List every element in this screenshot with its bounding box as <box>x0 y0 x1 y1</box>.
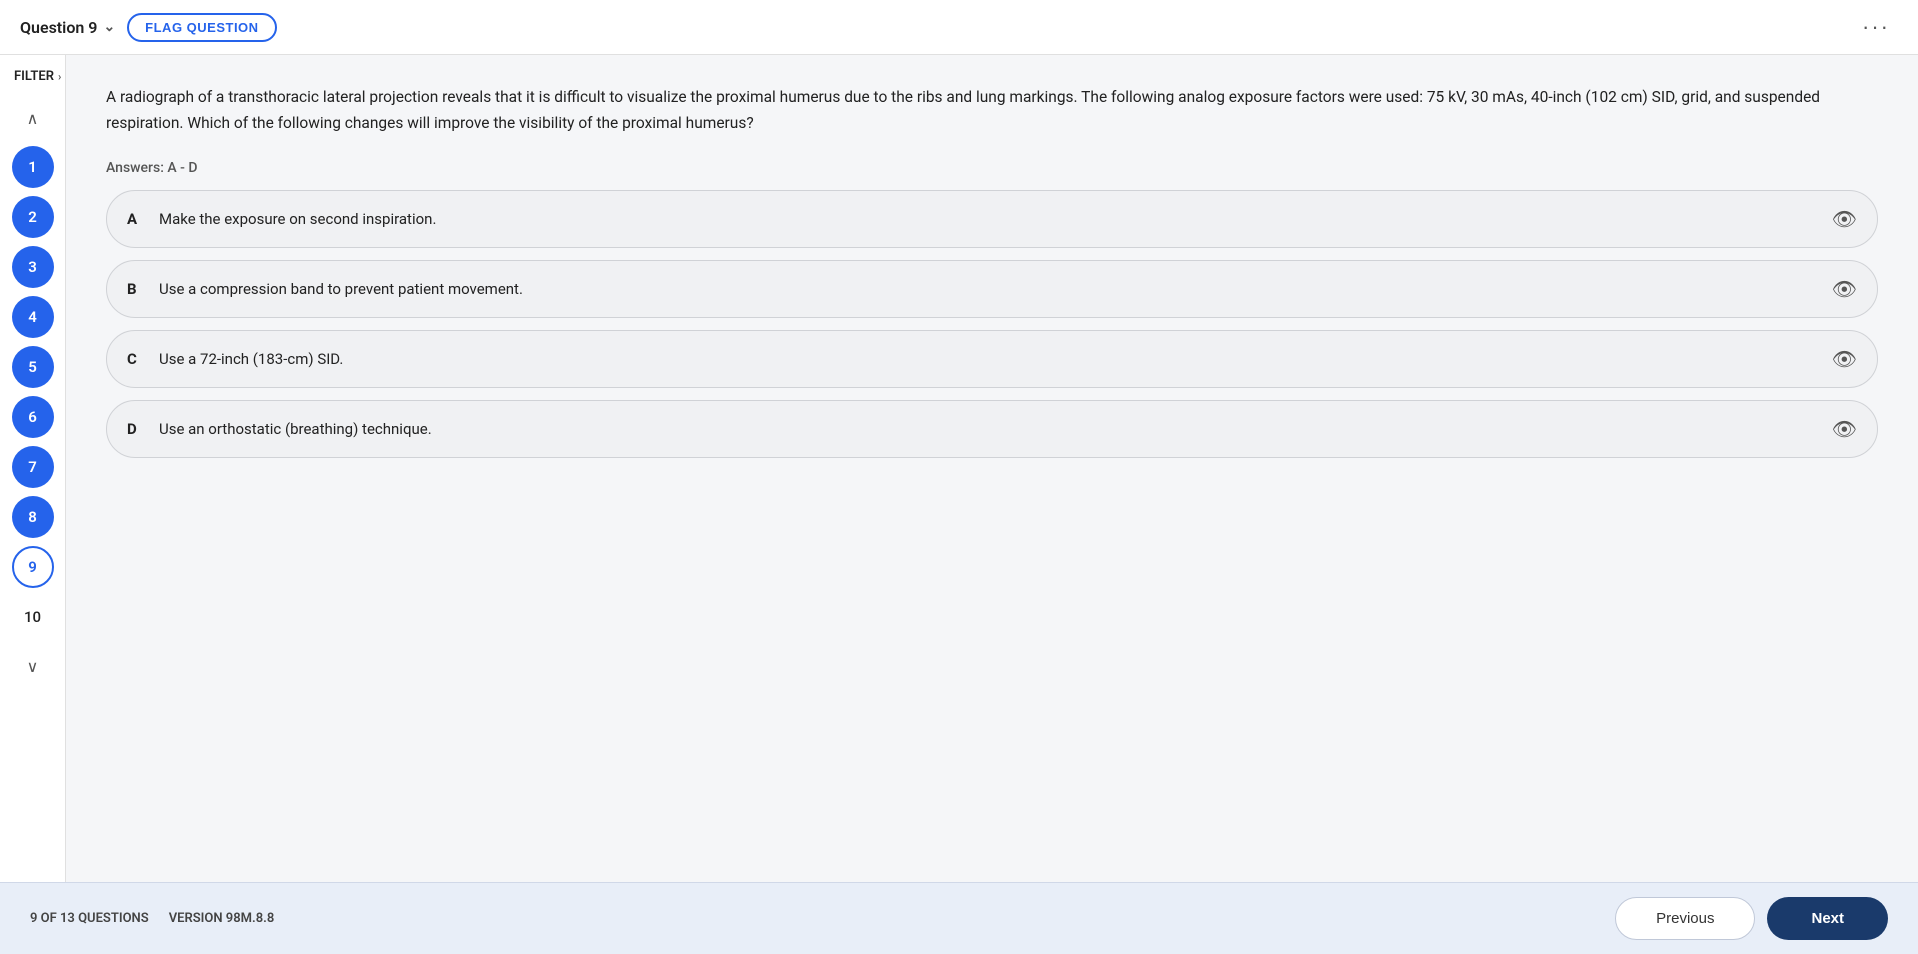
answer-d-left: D Use an orthostatic (breathing) techniq… <box>127 420 432 438</box>
question-number-label: 9 <box>28 558 37 576</box>
sidebar-item-7[interactable]: 7 <box>12 446 54 488</box>
sidebar-item-3[interactable]: 3 <box>12 246 54 288</box>
chevron-down-icon: ⌄ <box>103 19 115 35</box>
question-area: A radiograph of a transthoracic lateral … <box>66 55 1918 882</box>
version-label: VERSION 98M.8.8 <box>169 911 275 926</box>
questions-count: 9 OF 13 QUESTIONS <box>30 911 149 926</box>
eye-icon-b[interactable]: 👁 <box>1832 277 1857 301</box>
answer-option-b[interactable]: B Use a compression band to prevent pati… <box>106 260 1878 318</box>
more-options-button[interactable]: ··· <box>1854 10 1898 44</box>
answer-c-left: C Use a 72-inch (183-cm) SID. <box>127 350 343 368</box>
top-bar: Question 9 ⌄ FLAG QUESTION ··· <box>0 0 1918 55</box>
answers-label: Answers: A - D <box>106 160 1878 176</box>
sidebar-item-10[interactable]: 10 <box>12 596 54 638</box>
answer-letter-a: A <box>127 210 145 228</box>
question-number-label: 1 <box>28 158 37 176</box>
sidebar-item-4[interactable]: 4 <box>12 296 54 338</box>
sidebar-item-5[interactable]: 5 <box>12 346 54 388</box>
answer-text-c: Use a 72-inch (183-cm) SID. <box>159 350 343 368</box>
answer-a-left: A Make the exposure on second inspiratio… <box>127 210 436 228</box>
question-number-label: 5 <box>28 358 37 376</box>
sidebar-collapse-button[interactable]: ∧ <box>17 102 49 134</box>
question-label[interactable]: Question 9 ⌄ <box>20 18 115 37</box>
answer-option-c[interactable]: C Use a 72-inch (183-cm) SID. 👁 <box>106 330 1878 388</box>
collapse-icon: ∧ <box>27 109 39 128</box>
answer-text-d: Use an orthostatic (breathing) technique… <box>159 420 432 438</box>
question-label-text: Question 9 <box>20 18 97 37</box>
question-number-label: 3 <box>28 258 37 276</box>
question-number-label: 2 <box>28 208 37 226</box>
bottom-bar: 9 OF 13 QUESTIONS VERSION 98M.8.8 Previo… <box>0 882 1918 954</box>
bottom-info: 9 OF 13 QUESTIONS VERSION 98M.8.8 <box>30 911 274 926</box>
sidebar-item-2[interactable]: 2 <box>12 196 54 238</box>
main-content: FILTER › ∧ 1 2 3 4 5 6 7 8 9 <box>0 55 1918 882</box>
question-text: A radiograph of a transthoracic lateral … <box>106 85 1878 136</box>
sidebar-item-1[interactable]: 1 <box>12 146 54 188</box>
answer-letter-c: C <box>127 350 145 368</box>
previous-button[interactable]: Previous <box>1615 897 1755 940</box>
filter-label: FILTER <box>14 69 54 84</box>
sidebar-item-9[interactable]: 9 <box>12 546 54 588</box>
expand-icon: ∨ <box>27 657 39 676</box>
question-number-label: 8 <box>28 508 37 526</box>
top-bar-left: Question 9 ⌄ FLAG QUESTION <box>20 13 277 42</box>
question-number-label: 6 <box>28 408 37 426</box>
answer-b-left: B Use a compression band to prevent pati… <box>127 280 523 298</box>
sidebar-item-8[interactable]: 8 <box>12 496 54 538</box>
answer-text-b: Use a compression band to prevent patien… <box>159 280 523 298</box>
filter-arrow-icon: › <box>58 70 61 83</box>
nav-buttons: Previous Next <box>1615 897 1888 940</box>
question-number-label: 7 <box>28 458 37 476</box>
sidebar-expand-button[interactable]: ∨ <box>17 650 49 682</box>
filter-button[interactable]: FILTER › <box>6 65 66 88</box>
answer-option-a[interactable]: A Make the exposure on second inspiratio… <box>106 190 1878 248</box>
question-number-label: 10 <box>24 608 41 626</box>
eye-icon-a[interactable]: 👁 <box>1832 207 1857 231</box>
sidebar-item-6[interactable]: 6 <box>12 396 54 438</box>
answer-letter-b: B <box>127 280 145 298</box>
next-button[interactable]: Next <box>1767 897 1888 940</box>
answer-option-d[interactable]: D Use an orthostatic (breathing) techniq… <box>106 400 1878 458</box>
eye-icon-c[interactable]: 👁 <box>1832 347 1857 371</box>
sidebar: FILTER › ∧ 1 2 3 4 5 6 7 8 9 <box>0 55 66 882</box>
answer-letter-d: D <box>127 420 145 438</box>
flag-question-button[interactable]: FLAG QUESTION <box>127 13 276 42</box>
eye-icon-d[interactable]: 👁 <box>1832 417 1857 441</box>
answer-text-a: Make the exposure on second inspiration. <box>159 210 436 228</box>
question-number-label: 4 <box>28 308 37 326</box>
